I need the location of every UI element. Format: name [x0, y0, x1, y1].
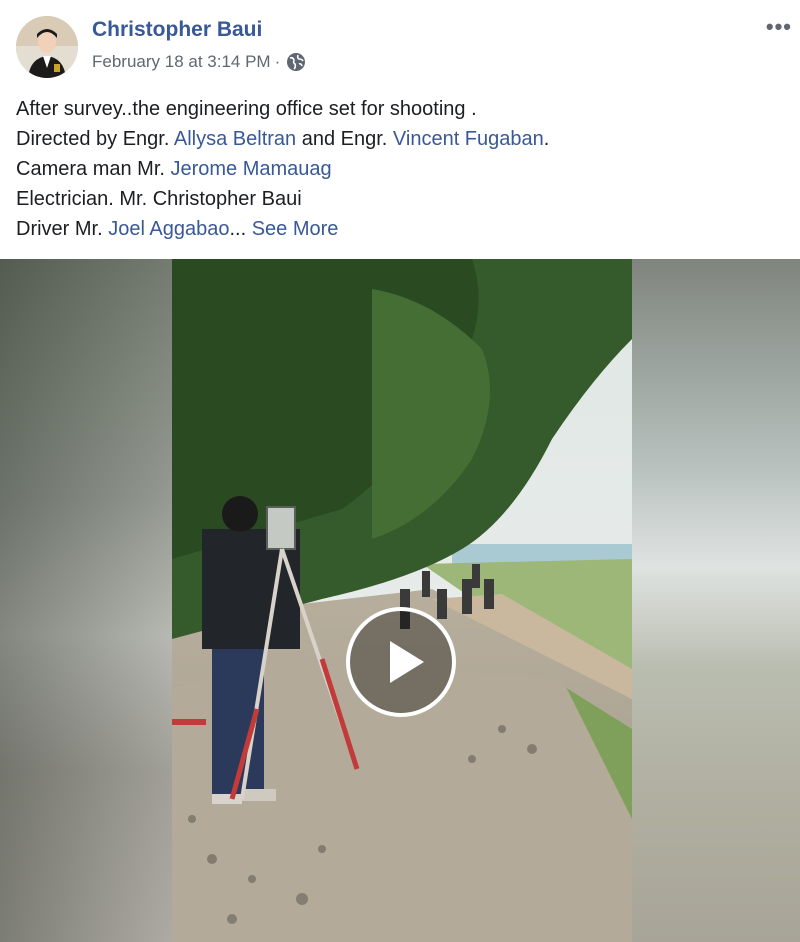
caption-line: Driver Mr. Joel Aggabao... See More [16, 218, 339, 240]
tagged-user-link[interactable]: Jerome Mamauag [170, 158, 331, 180]
video-blur-background-left [0, 259, 172, 942]
more-options-icon[interactable]: ••• [766, 14, 792, 40]
video-blur-background-right [632, 259, 800, 942]
caption-line: Directed by Engr. Allysa Beltran and Eng… [16, 128, 550, 150]
globe-icon[interactable] [286, 52, 306, 72]
tagged-user-link[interactable]: Vincent Fugaban [393, 128, 544, 150]
caption-line: After survey..the engineering office set… [16, 98, 477, 120]
avatar-image [16, 16, 78, 78]
post-caption: After survey..the engineering office set… [16, 94, 549, 244]
avatar[interactable] [16, 16, 78, 78]
caption-line: Electrician. Mr. Christopher Baui [16, 188, 302, 210]
play-icon [390, 641, 424, 683]
meta-separator: · [274, 52, 281, 71]
video-frame [172, 259, 632, 942]
tagged-user-link[interactable]: Joel Aggabao [108, 218, 229, 240]
video-player[interactable] [0, 259, 800, 942]
caption-line: Camera man Mr. Jerome Mamauag [16, 158, 332, 180]
play-button[interactable] [346, 607, 456, 717]
post-meta: February 18 at 3:14 PM · [92, 52, 306, 72]
tagged-user-link[interactable]: Allysa Beltran [174, 128, 296, 150]
see-more-link[interactable]: See More [252, 218, 339, 240]
author-name[interactable]: Christopher Baui [92, 18, 262, 42]
post-timestamp[interactable]: February 18 at 3:14 PM [92, 52, 271, 72]
post-header: Christopher Baui February 18 at 3:14 PM … [0, 0, 800, 258]
